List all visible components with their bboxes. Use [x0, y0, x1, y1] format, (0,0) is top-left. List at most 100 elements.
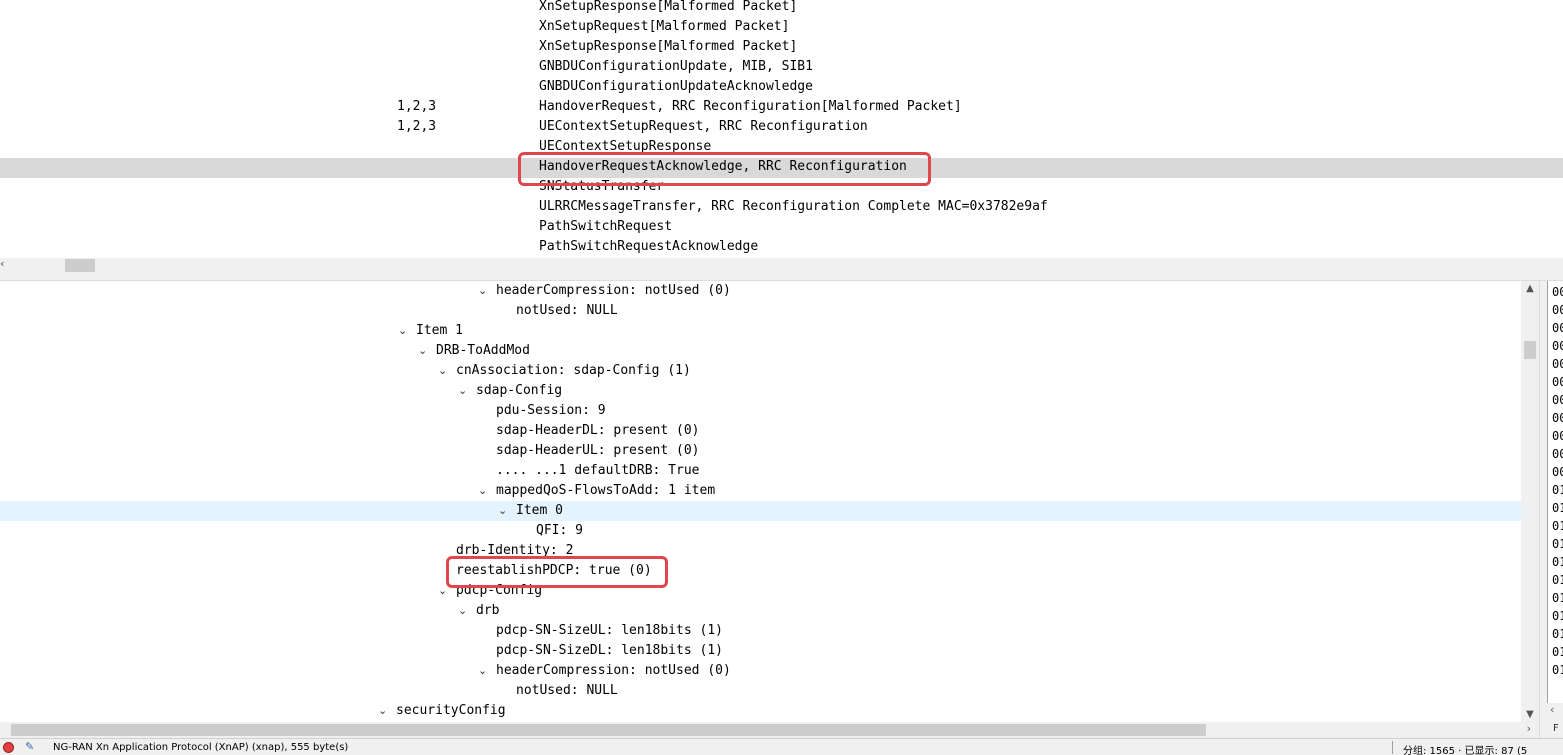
- packet-row[interactable]: PathSwitchRequest: [0, 218, 1563, 238]
- details-horizontal-scrollbar[interactable]: ›: [0, 722, 1539, 738]
- tree-row[interactable]: ⌄ pdcp-Config: [0, 581, 1521, 601]
- bytes-offset: 01: [1552, 555, 1563, 569]
- bytes-offset: 00: [1552, 339, 1563, 353]
- chevron-down-icon[interactable]: ⌄: [398, 321, 412, 341]
- tree-row[interactable]: pdu-Session: 9: [0, 401, 1521, 421]
- chevron-left-icon[interactable]: ‹: [1550, 703, 1554, 716]
- bytes-offset: 01: [1552, 663, 1563, 677]
- packet-list-pane[interactable]: XnSetupResponse[Malformed Packet] XnSetup…: [0, 0, 1563, 258]
- tree-row[interactable]: ⌄ sdap-Config: [0, 381, 1521, 401]
- bytes-offset: 00: [1552, 429, 1563, 443]
- tree-item-label: .... ...1 defaultDRB: True: [496, 463, 700, 478]
- packet-row[interactable]: ULRRCMessageTransfer, RRC Reconfiguratio…: [0, 198, 1563, 218]
- status-protocol-text: NG-RAN Xn Application Protocol (XnAP) (x…: [53, 742, 349, 753]
- packet-info-column: PathSwitchRequestAcknowledge: [539, 239, 759, 254]
- bytes-offset: 01: [1552, 537, 1563, 551]
- tree-row[interactable]: ⌄ securityConfig: [0, 701, 1521, 721]
- packet-row[interactable]: SNStatusTransfer: [0, 178, 1563, 198]
- chevron-down-icon[interactable]: ⌄: [498, 501, 512, 521]
- packet-row[interactable]: XnSetupRequest[Malformed Packet]: [0, 18, 1563, 38]
- scrollbar-thumb[interactable]: [65, 259, 95, 272]
- chevron-down-icon[interactable]: ⌄: [458, 381, 472, 401]
- tree-item-label: drb-Identity: 2: [456, 543, 574, 558]
- tree-item-label: sdap-HeaderUL: present (0): [496, 443, 700, 458]
- packet-row[interactable]: PathSwitchRequestAcknowledge: [0, 238, 1563, 258]
- packet-row[interactable]: 1,2,3 UEContextSetupRequest, RRC Reconfig…: [0, 118, 1563, 138]
- tree-item-label: reestablishPDCP: true (0): [456, 563, 652, 578]
- tree-item-label: headerCompression: notUsed (0): [496, 283, 731, 298]
- bytes-offset: 01: [1552, 501, 1563, 515]
- bytes-tab[interactable]: F: [1553, 723, 1559, 734]
- tree-row[interactable]: sdap-HeaderUL: present (0): [0, 441, 1521, 461]
- bytes-offset: 01: [1552, 573, 1563, 587]
- chevron-down-icon[interactable]: ⌄: [438, 361, 452, 381]
- scrollbar-thumb[interactable]: [11, 724, 1206, 736]
- tree-item-label: QFI: 9: [536, 523, 583, 538]
- chevron-down-icon[interactable]: ⌄: [478, 281, 492, 301]
- tree-row[interactable]: ⌄ DRB-ToAddMod: [0, 341, 1521, 361]
- tree-item-label: notUsed: NULL: [516, 303, 618, 318]
- bytes-offset: 01: [1552, 627, 1563, 641]
- chevron-down-icon[interactable]: ⌄: [478, 661, 492, 681]
- packet-details-pane[interactable]: ⌄ headerCompression: notUsed (0) notUsed: …: [0, 281, 1521, 722]
- tree-item-label: headerCompression: notUsed (0): [496, 663, 731, 678]
- tree-row[interactable]: ⌄ Item 1: [0, 321, 1521, 341]
- chevron-right-icon[interactable]: ›: [1527, 722, 1531, 735]
- chevron-down-icon[interactable]: ⌄: [478, 481, 492, 501]
- status-bar: ✎ NG-RAN Xn Application Protocol (XnAP) …: [0, 738, 1563, 755]
- packet-cells-column: 1,2,3: [397, 119, 437, 134]
- packet-info-column: XnSetupRequest[Malformed Packet]: [539, 19, 790, 34]
- bytes-horizontal-scrollbar[interactable]: ‹ F: [1547, 703, 1563, 738]
- expert-info-icon[interactable]: [3, 742, 14, 753]
- bytes-offset: 01: [1552, 591, 1563, 605]
- chevron-down-icon[interactable]: ⌄: [438, 581, 452, 601]
- packet-row[interactable]: HandoverRequestAcknowledge, RRC Reconfig…: [0, 158, 1563, 178]
- bytes-offset: 00: [1552, 303, 1563, 317]
- tree-row[interactable]: drb-Identity: 2: [0, 541, 1521, 561]
- tree-item-label: Item 0: [516, 503, 563, 518]
- tree-row[interactable]: ⌄ mappedQoS-FlowsToAdd: 1 item: [0, 481, 1521, 501]
- tree-row[interactable]: ⌄ Item 0: [0, 501, 1521, 521]
- packet-info-column: UEContextSetupRequest, RRC Reconfigurati…: [539, 119, 868, 134]
- edit-comment-icon[interactable]: ✎: [25, 740, 34, 753]
- chevron-down-icon[interactable]: ▼: [1521, 709, 1539, 720]
- packet-info-column: SNStatusTransfer: [539, 179, 665, 194]
- bytes-pane-splitter[interactable]: [1539, 281, 1547, 738]
- tree-row[interactable]: reestablishPDCP: true (0): [0, 561, 1521, 581]
- packet-info-column: ULRRCMessageTransfer, RRC Reconfiguratio…: [539, 199, 1048, 214]
- packet-row[interactable]: GNBDUConfigurationUpdate, MIB, SIB1: [0, 58, 1563, 78]
- tree-item-label: notUsed: NULL: [516, 683, 618, 698]
- chevron-down-icon[interactable]: ⌄: [378, 701, 392, 721]
- tree-row[interactable]: notUsed: NULL: [0, 301, 1521, 321]
- details-vertical-scrollbar[interactable]: ▲ ▼: [1521, 281, 1539, 722]
- chevron-down-icon[interactable]: ⌄: [458, 601, 472, 621]
- packet-row[interactable]: 1,2,3 HandoverRequest, RRC Reconfiguratio…: [0, 98, 1563, 118]
- tree-row[interactable]: notUsed: NULL: [0, 681, 1521, 701]
- packet-row[interactable]: XnSetupResponse[Malformed Packet]: [0, 0, 1563, 18]
- packet-bytes-pane[interactable]: 00 00 00 00 00 00 00 00 00 00 00 01 01 01 01 01 01 01 01 01…: [1547, 281, 1563, 703]
- packet-row[interactable]: GNBDUConfigurationUpdateAcknowledge: [0, 78, 1563, 98]
- chevron-down-icon[interactable]: ⌄: [418, 341, 432, 361]
- chevron-left-icon[interactable]: ‹: [0, 257, 4, 270]
- tree-row[interactable]: ⌄ drb: [0, 601, 1521, 621]
- tree-row[interactable]: .... ...1 defaultDRB: True: [0, 461, 1521, 481]
- tree-item-label: Item 1: [416, 323, 463, 338]
- packet-row[interactable]: UEContextSetupResponse: [0, 138, 1563, 158]
- pane-splitter[interactable]: [0, 273, 1563, 281]
- tree-row[interactable]: QFI: 9: [0, 521, 1521, 541]
- tree-item-label: mappedQoS-FlowsToAdd: 1 item: [496, 483, 716, 498]
- tree-row[interactable]: sdap-HeaderDL: present (0): [0, 421, 1521, 441]
- bytes-offset: 01: [1552, 645, 1563, 659]
- packet-info-column: XnSetupResponse[Malformed Packet]: [539, 0, 798, 14]
- tree-row[interactable]: ⌄ headerCompression: notUsed (0): [0, 661, 1521, 681]
- scrollbar-thumb[interactable]: [1524, 341, 1536, 359]
- packet-row[interactable]: XnSetupResponse[Malformed Packet]: [0, 38, 1563, 58]
- packet-list-horizontal-scrollbar[interactable]: ‹: [0, 257, 1563, 273]
- chevron-up-icon[interactable]: ▲: [1521, 283, 1539, 294]
- bytes-offset: 01: [1552, 609, 1563, 623]
- tree-item-label: sdap-HeaderDL: present (0): [496, 423, 700, 438]
- tree-row[interactable]: pdcp-SN-SizeUL: len18bits (1): [0, 621, 1521, 641]
- tree-row[interactable]: pdcp-SN-SizeDL: len18bits (1): [0, 641, 1521, 661]
- tree-row[interactable]: ⌄ headerCompression: notUsed (0): [0, 281, 1521, 301]
- tree-row[interactable]: ⌄ cnAssociation: sdap-Config (1): [0, 361, 1521, 381]
